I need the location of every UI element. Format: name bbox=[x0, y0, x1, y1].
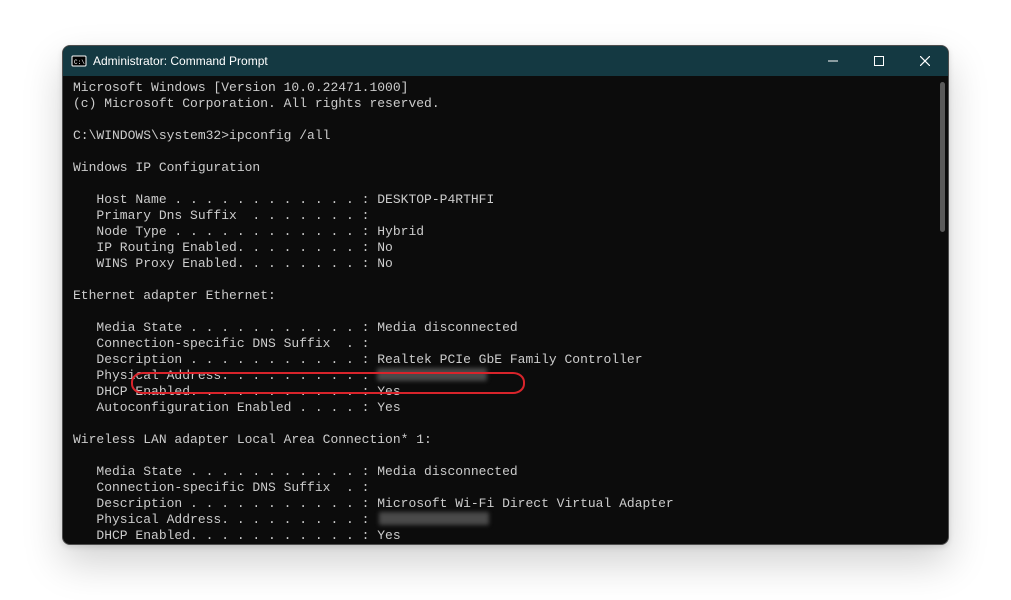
prompt-path: C:\WINDOWS\system32> bbox=[73, 128, 229, 143]
redacted-mac-address bbox=[377, 368, 487, 381]
close-button[interactable] bbox=[902, 46, 948, 76]
eth-media-state: Media State . . . . . . . . . . . : Medi… bbox=[73, 320, 518, 335]
scrollbar-thumb[interactable] bbox=[940, 82, 945, 232]
titlebar: C:\ Administrator: Command Prompt bbox=[63, 46, 948, 76]
eth-dhcp-enabled: DHCP Enabled. . . . . . . . . . . : Yes bbox=[73, 384, 401, 399]
redacted-mac-address bbox=[379, 512, 489, 525]
line-copyright: (c) Microsoft Corporation. All rights re… bbox=[73, 96, 440, 111]
wlan-physical-address: Physical Address. . . . . . . . . : bbox=[73, 512, 489, 527]
line-node-type: Node Type . . . . . . . . . . . . : Hybr… bbox=[73, 224, 424, 239]
eth-autoconfig: Autoconfiguration Enabled . . . . : Yes bbox=[73, 400, 401, 415]
eth-physical-address: Physical Address. . . . . . . . . : bbox=[73, 368, 487, 383]
line-version: Microsoft Windows [Version 10.0.22471.10… bbox=[73, 80, 408, 95]
wlan-media-state: Media State . . . . . . . . . . . : Medi… bbox=[73, 464, 518, 479]
cmd-app-icon: C:\ bbox=[71, 53, 87, 69]
line-ip-routing: IP Routing Enabled. . . . . . . . : No bbox=[73, 240, 393, 255]
typed-command: ipconfig /all bbox=[229, 128, 330, 143]
svg-text:C:\: C:\ bbox=[74, 59, 85, 66]
heading-wlan-adapter: Wireless LAN adapter Local Area Connecti… bbox=[73, 432, 432, 447]
wlan-dhcp-enabled: DHCP Enabled. . . . . . . . . . . : Yes bbox=[73, 528, 401, 543]
wlan-dns-suffix: Connection-specific DNS Suffix . : bbox=[73, 480, 369, 495]
eth-dns-suffix: Connection-specific DNS Suffix . : bbox=[73, 336, 369, 351]
heading-ethernet-adapter: Ethernet adapter Ethernet: bbox=[73, 288, 276, 303]
line-wins-proxy: WINS Proxy Enabled. . . . . . . . : No bbox=[73, 256, 393, 271]
maximize-button[interactable] bbox=[856, 46, 902, 76]
wlan-description: Description . . . . . . . . . . . : Micr… bbox=[73, 496, 674, 511]
terminal-output[interactable]: Microsoft Windows [Version 10.0.22471.10… bbox=[63, 76, 948, 544]
line-primary-dns-suffix: Primary Dns Suffix . . . . . . . : bbox=[73, 208, 369, 223]
heading-ip-config: Windows IP Configuration bbox=[73, 160, 260, 175]
window-title: Administrator: Command Prompt bbox=[93, 54, 268, 68]
line-hostname: Host Name . . . . . . . . . . . . : DESK… bbox=[73, 192, 494, 207]
eth-description: Description . . . . . . . . . . . : Real… bbox=[73, 352, 643, 367]
command-prompt-window: C:\ Administrator: Command Prompt Micros… bbox=[62, 45, 949, 545]
minimize-button[interactable] bbox=[810, 46, 856, 76]
